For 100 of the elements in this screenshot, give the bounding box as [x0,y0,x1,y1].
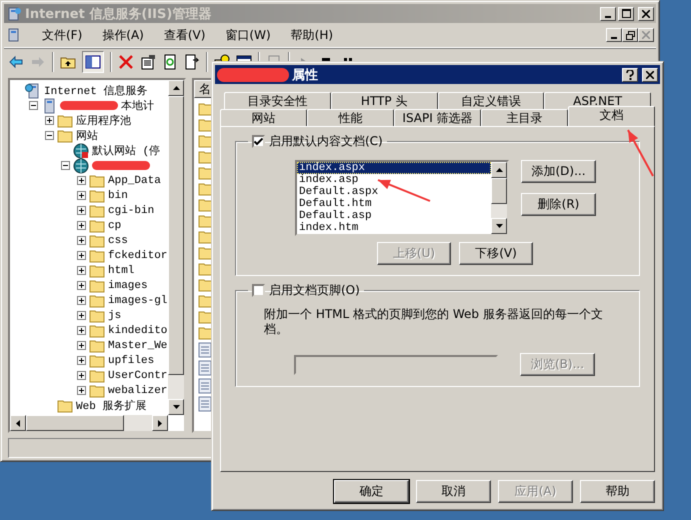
tree-item[interactable]: kindedito [108,324,168,336]
scroll-up-icon[interactable] [496,168,502,172]
scroll-down-icon[interactable] [172,405,180,409]
expander-icon[interactable] [77,356,86,365]
expander-icon[interactable] [77,296,86,305]
expander-icon[interactable] [77,221,86,230]
vertical-scrollbar[interactable] [491,162,507,234]
help-button[interactable] [622,68,638,82]
description-text: 附加一个 HTML 格式的页脚到您的 Web 服务器返回的每一个文档。 [264,307,604,337]
show-tree-icon[interactable] [82,51,104,73]
tree-item[interactable]: 本地计 [121,98,154,113]
properties-icon[interactable] [140,54,156,70]
expander-icon[interactable] [77,266,86,275]
document-list[interactable]: index.aspx index.asp Default.aspx Default.htm Default.asp index.htm [295,160,509,236]
checkbox[interactable] [252,284,265,297]
expander-icon[interactable] [45,116,54,125]
expander-icon[interactable] [77,371,86,380]
vertical-scrollbar[interactable] [168,80,184,415]
refresh-icon[interactable] [162,54,178,70]
file-icon[interactable] [198,396,212,412]
list-item[interactable]: index.htm [297,222,491,234]
tree-item[interactable]: upfiles [108,354,154,366]
close-button[interactable] [638,28,654,42]
expander-icon[interactable] [77,176,86,185]
folder-icon [89,218,105,232]
tab[interactable]: 自定义错误 [438,92,544,109]
tree-item[interactable]: html [108,264,134,276]
tab[interactable]: 网站 [220,109,307,126]
delete-icon[interactable] [118,54,134,70]
minimize-button[interactable] [600,6,616,20]
scroll-down-icon[interactable] [496,224,502,228]
expander-icon[interactable] [77,251,86,260]
expander-icon[interactable] [77,206,86,215]
expander-icon[interactable] [77,281,86,290]
scroll-left-icon[interactable] [16,420,20,426]
dialog-button[interactable]: 取消 [416,480,491,503]
folder-icon [89,278,105,292]
tree-item[interactable]: css [108,234,128,246]
menu-item[interactable]: 文件(F) [32,26,92,44]
dialog-button[interactable]: 确定 [334,480,409,503]
dialog-button[interactable]: 帮助 [580,480,655,503]
maximize-button[interactable] [618,6,634,20]
tab[interactable]: 文档 [568,106,655,126]
checkbox[interactable] [252,135,265,148]
folder-icon [57,114,73,128]
export-list-icon[interactable] [184,54,200,70]
tree-item[interactable]: images [108,280,148,292]
expander-icon[interactable] [61,161,70,170]
scroll-up-icon[interactable] [172,86,180,90]
tree-item[interactable]: Internet 信息服务 [44,83,148,98]
checkbox-label[interactable]: 启用默认内容文档(C) [269,133,383,150]
menu-item[interactable]: 操作(A) [92,26,154,44]
scroll-right-icon[interactable] [158,420,162,426]
expander-icon[interactable] [29,101,38,110]
expander-icon[interactable] [45,131,54,140]
horizontal-scrollbar[interactable] [10,415,168,431]
close-button[interactable] [638,6,654,20]
expander-icon[interactable] [77,386,86,395]
expander-icon[interactable] [77,341,86,350]
menu-item[interactable]: 窗口(W) [215,26,281,44]
list-item[interactable]: Default.asp [297,210,491,222]
tree-item[interactable]: UserContr [108,370,168,382]
list-item[interactable]: index.aspx [297,162,491,174]
tree-item[interactable]: App_Data [108,174,161,186]
tree-item[interactable]: fckeditor [108,250,168,262]
file-icon[interactable] [198,360,212,376]
tab[interactable]: HTTP 头 [330,92,438,109]
file-icon[interactable] [198,378,212,394]
list-item[interactable]: Default.htm [297,198,491,210]
menu-item[interactable]: 查看(V) [154,26,216,44]
checkbox-label[interactable]: 启用文档页脚(O) [269,282,360,299]
tree-item[interactable]: webalizer [108,384,168,396]
expander-icon[interactable] [77,326,86,335]
list-item[interactable]: index.asp [297,174,491,186]
back-arrow-icon[interactable] [8,54,24,70]
tree-item[interactable]: cgi-bin [108,204,154,216]
tree-item[interactable]: js [108,310,122,322]
tree-item[interactable]: 默认网站 (停 [92,143,160,158]
expander-icon[interactable] [77,191,86,200]
expander-icon[interactable] [77,236,86,245]
tree-item[interactable]: cp [108,220,122,232]
expander-icon[interactable] [77,311,86,320]
tree-item[interactable]: Web 服务扩展 [76,398,146,413]
tab[interactable]: ISAPI 筛选器 [394,109,481,126]
menu-item[interactable]: 帮助(H) [280,26,344,44]
minimize-button[interactable] [606,28,622,42]
close-button[interactable] [642,68,658,82]
restore-button[interactable] [622,28,638,42]
tree-item[interactable]: 应用程序池 [76,113,131,128]
list-item[interactable]: Default.aspx [297,186,491,198]
dialog-button[interactable]: 删除(R) [521,193,596,216]
tree-item[interactable]: Master_We [108,340,168,352]
tree-item[interactable]: images-gl [108,294,168,306]
tree-item[interactable]: 网站 [76,128,98,143]
file-icon[interactable] [198,342,212,358]
move-button[interactable]: 下移(V) [459,242,533,265]
tab[interactable]: 目录安全性 [224,92,331,109]
tree-item[interactable]: bin [108,190,128,202]
dialog-button[interactable]: 添加(D)... [521,160,596,183]
tab[interactable]: 性能 [307,109,394,126]
